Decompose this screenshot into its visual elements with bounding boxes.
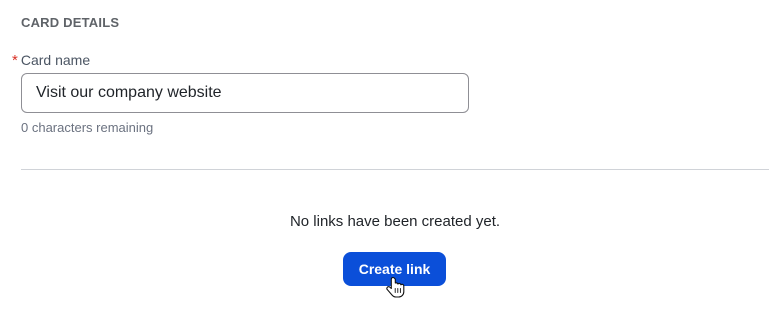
card-name-field-wrapper — [21, 73, 469, 113]
card-name-label-row: * Card name — [12, 52, 90, 68]
card-name-label: Card name — [20, 52, 91, 68]
section-divider — [21, 169, 769, 170]
section-title: CARD DETAILS — [21, 15, 120, 30]
required-marker: * — [12, 52, 18, 69]
create-link-button[interactable]: Create link — [343, 252, 446, 286]
characters-remaining-text: 0 characters remaining — [21, 120, 154, 135]
card-name-input[interactable] — [22, 74, 468, 112]
empty-links-message: No links have been created yet. — [289, 213, 501, 230]
